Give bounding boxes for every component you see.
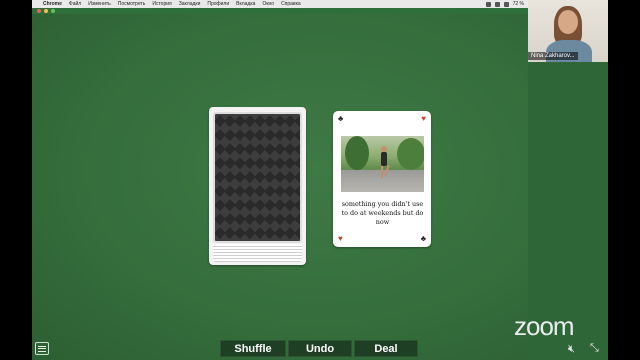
deal-button[interactable]: Deal xyxy=(354,340,418,357)
menu-icon[interactable] xyxy=(35,342,49,355)
participant-name: Nina Zakharov... xyxy=(528,52,578,60)
menu-item-edit[interactable]: Изменить xyxy=(88,1,111,7)
menu-line xyxy=(38,350,46,352)
participant-video[interactable]: Nina Zakharov... xyxy=(528,0,608,62)
runner-leg xyxy=(384,164,390,177)
menu-item-tab[interactable]: Вкладка xyxy=(236,1,255,7)
face-up-card[interactable]: ♣ ♥ something you didn't use to do at we… xyxy=(333,111,431,247)
menu-line xyxy=(38,345,46,347)
runner-leg xyxy=(381,166,383,178)
heart-icon: ♥ xyxy=(421,114,426,123)
game-toolbar: Shuffle Undo Deal xyxy=(220,340,418,357)
mute-icon[interactable]: 🔇︎ xyxy=(568,343,575,356)
runner-body xyxy=(381,152,387,166)
club-icon: ♣ xyxy=(420,234,426,243)
zoom-logo: zoom xyxy=(514,311,575,341)
menu-line xyxy=(38,348,46,349)
menu-item-profiles[interactable]: Профили xyxy=(207,1,229,7)
maximize-window-icon[interactable] xyxy=(51,9,55,13)
card-caption: something you didn't use to do at weeken… xyxy=(341,200,424,226)
card-deck[interactable] xyxy=(209,107,306,265)
right-border xyxy=(608,0,640,360)
menu-item-bookmarks[interactable]: Закладки xyxy=(179,1,201,7)
battery-label: 72 % xyxy=(512,1,524,7)
card-photo-runner xyxy=(341,136,424,192)
left-border xyxy=(0,0,32,360)
minimize-window-icon[interactable] xyxy=(44,9,48,13)
window-chrome xyxy=(32,8,528,14)
menu-item-view[interactable]: Посмотреть xyxy=(118,1,146,7)
deck-edges xyxy=(213,244,302,262)
shrink-icon[interactable]: ⤡ xyxy=(590,342,599,355)
status-icon[interactable] xyxy=(494,1,500,7)
menu-item-file[interactable]: Файл xyxy=(69,1,81,7)
tree xyxy=(397,138,424,170)
undo-button[interactable]: Undo xyxy=(288,340,352,357)
tree xyxy=(345,136,369,170)
menubar-status-area: 72 % xyxy=(485,0,524,8)
macos-menubar: Chrome Файл Изменить Посмотреть История … xyxy=(32,0,528,8)
close-window-icon[interactable] xyxy=(37,9,41,13)
menu-item-window[interactable]: Окно xyxy=(262,1,274,7)
card-back-pattern xyxy=(213,112,302,243)
club-icon: ♣ xyxy=(338,114,344,123)
menu-app-name[interactable]: Chrome xyxy=(43,1,62,7)
menu-item-history[interactable]: История xyxy=(152,1,171,7)
card-table xyxy=(32,14,608,360)
wifi-icon[interactable] xyxy=(503,1,509,7)
status-icon[interactable] xyxy=(485,1,491,7)
heart-icon: ♥ xyxy=(338,234,343,243)
menu-item-help[interactable]: Справка xyxy=(281,1,301,7)
shuffle-button[interactable]: Shuffle xyxy=(220,340,286,357)
participant-face xyxy=(558,10,578,34)
